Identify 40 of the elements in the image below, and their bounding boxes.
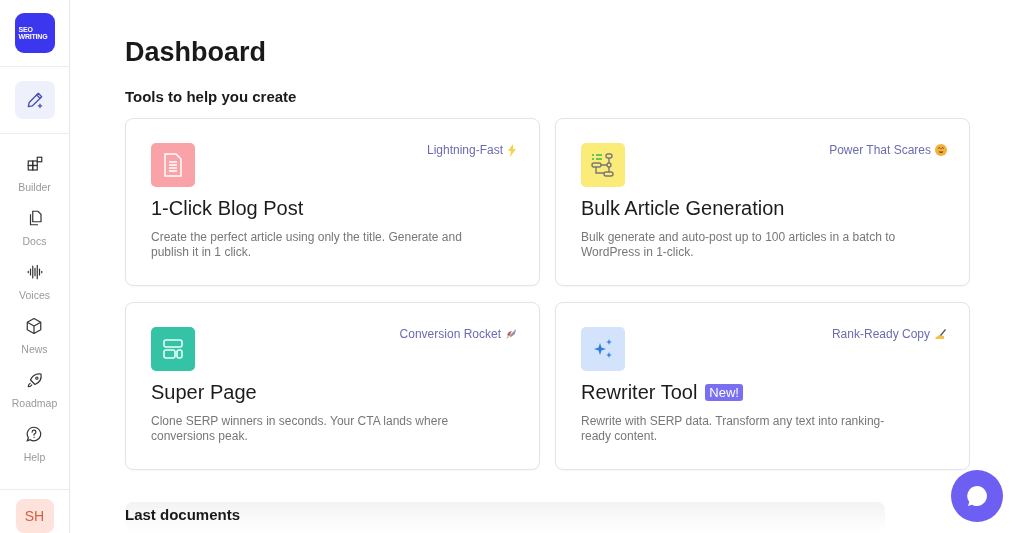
new-badge: New! xyxy=(705,384,743,401)
layout-icon xyxy=(161,337,185,361)
section-heading: Last documents xyxy=(125,506,241,523)
tool-description: Bulk generate and auto-post up to 100 articles in a batch to WordPress in 1-click. xyxy=(581,230,897,260)
tool-description: Rewrite with SERP data. Transform any text into ranking-ready content. xyxy=(581,414,886,444)
nav-item[interactable]: Builder xyxy=(18,155,51,193)
tool-title: Bulk Article Generation xyxy=(581,197,785,220)
nav-item[interactable]: Roadmap xyxy=(11,371,58,409)
cube-icon xyxy=(25,317,44,335)
lightning-icon xyxy=(507,143,517,157)
tool-description: Clone SERP winners in seconds. Your CTA lands where conversions peak. xyxy=(151,414,450,444)
tool-card[interactable]: Lightning-Fast 1-Click Blog Post Create the perfect article using only the title. Generate and publish it in 1 click. xyxy=(125,118,540,286)
flowchart-icon xyxy=(590,152,616,178)
page-title: Dashboard xyxy=(125,37,268,68)
tool-tagline: Power That Scares xyxy=(829,143,931,157)
blocks-icon xyxy=(25,155,44,173)
help-icon xyxy=(25,425,44,443)
nav-item[interactable]: Voices xyxy=(19,263,50,301)
waveform-icon xyxy=(25,263,44,281)
tool-title: Super Page xyxy=(151,381,257,404)
nav-item[interactable]: News xyxy=(21,317,48,355)
writing-hand-icon xyxy=(934,328,947,340)
user-avatar[interactable]: SH xyxy=(15,499,54,533)
smiley-face-icon xyxy=(935,144,947,156)
nav-item[interactable]: Help xyxy=(23,425,46,463)
section-heading: Tools to help you create xyxy=(125,88,298,105)
chat-bubble-icon xyxy=(965,484,989,508)
tool-card[interactable]: Rank-Ready Copy Rewriter Tool New! Rewrite with SERP data. Transform any text into ranking-ready content. xyxy=(555,302,970,470)
tool-tagline: Conversion Rocket xyxy=(399,327,501,341)
chat-button[interactable] xyxy=(951,470,1003,522)
new-document-button[interactable] xyxy=(14,81,55,119)
tool-tagline: Rank-Ready Copy xyxy=(831,327,930,341)
document-icon xyxy=(163,153,183,177)
nav-item[interactable]: Docs xyxy=(22,209,47,247)
tool-title: 1-Click Blog Post xyxy=(151,197,304,220)
tool-card[interactable]: Conversion Rocket Super Page Clone SERP winners in seconds. Your CTA lands where conversions peak. xyxy=(125,302,540,470)
tool-card[interactable]: Power That Scares Bulk Article Generation Bulk generate and auto-post up to 100 articles in a batch to WordPress in 1-click. xyxy=(555,118,970,286)
tool-title: Rewriter Tool xyxy=(581,381,698,404)
tool-description: Create the perfect article using only the title. Generate and publish it in 1 click. xyxy=(151,230,463,260)
tool-tagline: Lightning-Fast xyxy=(426,143,503,157)
